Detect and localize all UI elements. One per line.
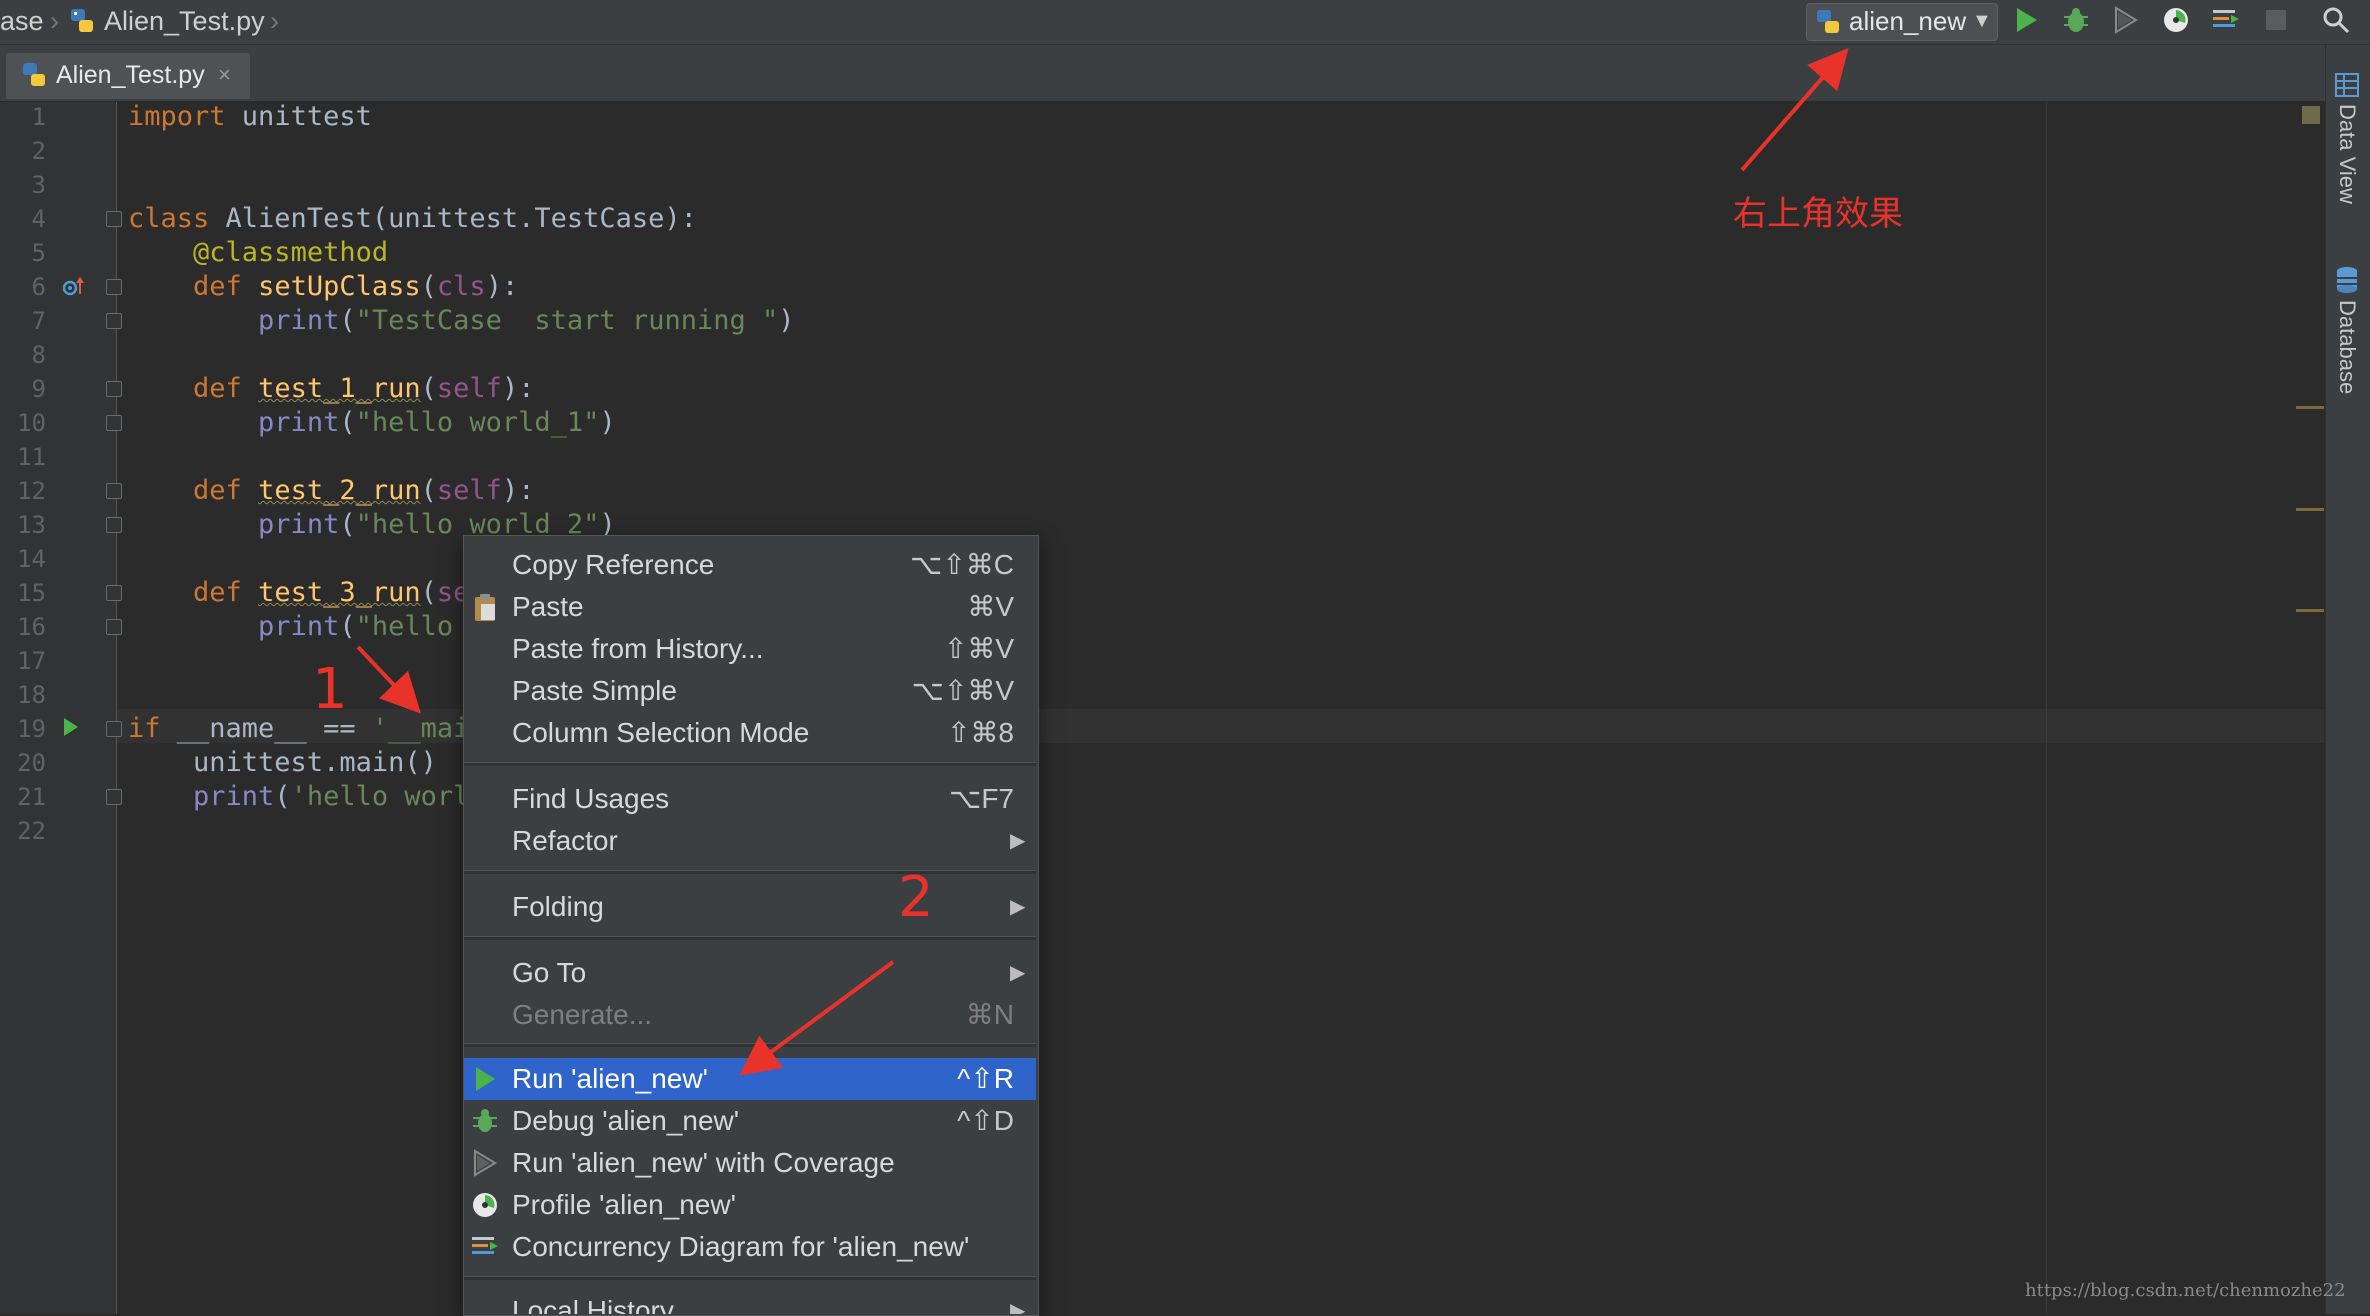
arrow-to-toolbar <box>1740 47 1849 172</box>
annotation-marker-2: 2 <box>898 865 934 930</box>
annotation-top-right-note: 右上角效果 <box>1733 194 1903 234</box>
annotation-arrows <box>356 47 1849 1076</box>
annotation-marker-1: 1 <box>312 657 348 722</box>
arrow-to-main <box>356 645 421 714</box>
arrow-to-run-item <box>739 960 895 1076</box>
watermark: https://blog.csdn.net/chenmozhe22 <box>2025 1280 2346 1301</box>
